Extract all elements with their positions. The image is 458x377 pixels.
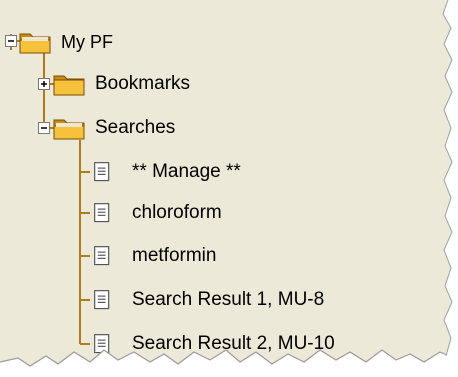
torn-edge-decoration [0, 0, 458, 377]
tree-panel: My PF Bookmarks Searches ** Manage ** ch… [0, 0, 458, 377]
